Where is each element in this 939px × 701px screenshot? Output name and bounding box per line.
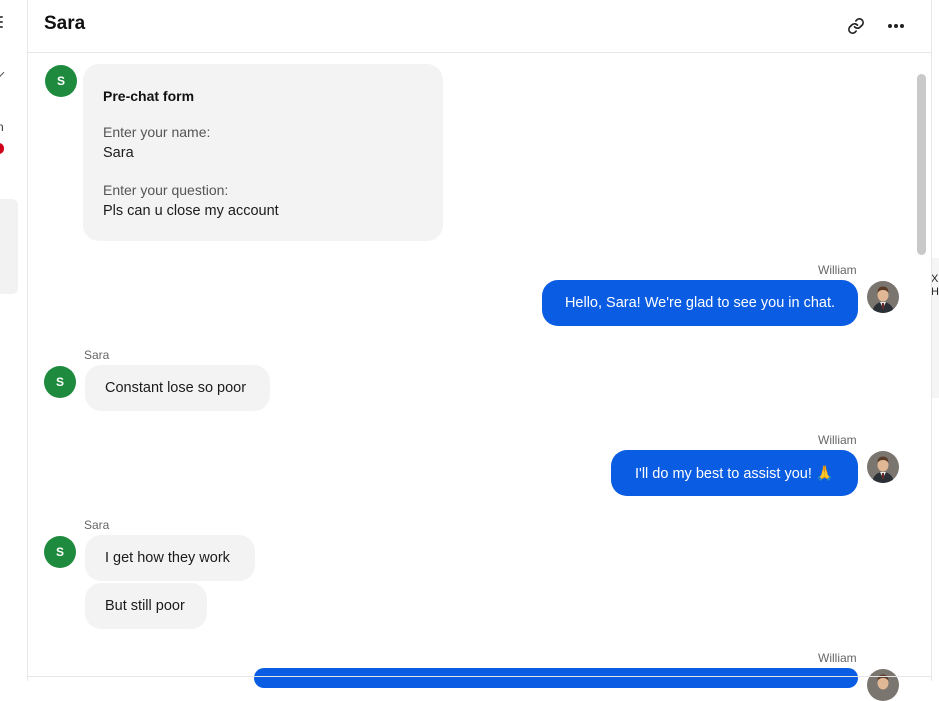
sender-name: Sara bbox=[84, 348, 110, 362]
agent-avatar bbox=[867, 281, 899, 313]
details-text: XI H bbox=[931, 273, 939, 298]
sender-name: William bbox=[818, 433, 857, 447]
details-pane: XI H bbox=[931, 0, 939, 681]
link-icon bbox=[848, 18, 864, 34]
conversation-list-pane: n bbox=[0, 0, 28, 681]
visitor-message: I get how they work bbox=[85, 535, 255, 581]
unread-badge bbox=[0, 143, 4, 154]
visitor-message: But still poor bbox=[85, 583, 207, 629]
visitor-avatar: S bbox=[44, 366, 76, 398]
chat-header: Sara bbox=[28, 0, 931, 53]
chat-title: Sara bbox=[44, 13, 86, 34]
agent-message: I'll do my best to assist you! 🙏 bbox=[611, 450, 858, 496]
name-label: Enter your name: bbox=[103, 124, 211, 140]
visitor-avatar: S bbox=[45, 65, 77, 97]
agent-avatar bbox=[867, 451, 899, 483]
visitor-avatar: S bbox=[44, 536, 76, 568]
scrollbar-thumb[interactable] bbox=[917, 74, 926, 255]
prechat-form-title: Pre-chat form bbox=[103, 88, 195, 104]
chevron-down-icon[interactable] bbox=[0, 67, 5, 78]
visitor-message: Constant lose so poor bbox=[85, 365, 270, 411]
name-value: Sara bbox=[103, 145, 134, 161]
sender-name: Sara bbox=[84, 518, 110, 532]
agent-message: Hello, Sara! We're glad to see you in ch… bbox=[542, 280, 858, 326]
selected-conversation-card[interactable] bbox=[0, 199, 18, 294]
list-item-text: n bbox=[0, 120, 4, 134]
sender-name: William bbox=[818, 651, 857, 665]
more-options-button[interactable] bbox=[882, 12, 910, 40]
question-label: Enter your question: bbox=[103, 182, 229, 198]
more-icon bbox=[888, 24, 904, 28]
link-button[interactable] bbox=[842, 12, 870, 40]
menu-icon[interactable] bbox=[0, 16, 3, 31]
question-value: Pls can u close my account bbox=[103, 203, 279, 219]
sender-name: William bbox=[818, 263, 857, 277]
agent-message bbox=[254, 668, 858, 688]
agent-avatar bbox=[867, 669, 899, 701]
composer-divider bbox=[28, 676, 931, 677]
prechat-form-card: Pre-chat form Enter your name: Sara Ente… bbox=[83, 64, 443, 241]
